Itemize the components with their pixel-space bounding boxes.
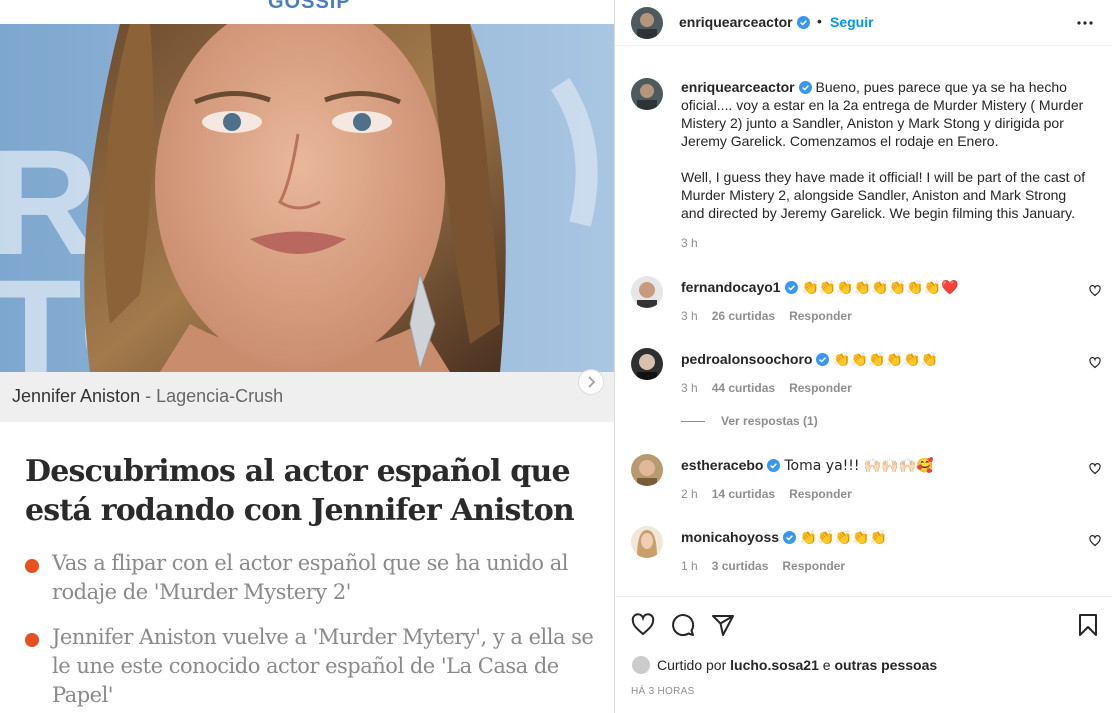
liked-by: Curtido por lucho.sosa21 e outras pessoa…: [631, 655, 937, 675]
comment-meta: 2 h 14 curtidas Responder: [681, 487, 852, 501]
liker-avatar[interactable]: [631, 655, 651, 675]
verified-badge-icon: [796, 16, 810, 29]
post-header: enriquearceactor • Seguir: [615, 0, 1112, 46]
bookmark-icon[interactable]: [1077, 613, 1099, 637]
photo-caption: Jennifer Aniston - Lagencia-Crush: [0, 372, 614, 422]
comment-text: 👏👏👏👏👏👏👏👏❤️: [801, 280, 959, 296]
commenter-avatar[interactable]: [631, 348, 663, 380]
article-photo: RE TO: [0, 24, 614, 372]
commenter-avatar[interactable]: [631, 276, 663, 308]
photo-caption-source: - Lagencia-Crush: [140, 386, 284, 406]
view-replies-button[interactable]: Ver respostas (1): [681, 414, 818, 428]
verified-badge-icon: [767, 459, 781, 472]
comment-likes[interactable]: 26 curtidas: [712, 309, 775, 323]
comment-text: 👏👏👏👏👏: [799, 530, 888, 546]
brand-logo: GOSSIP: [0, 0, 614, 24]
reply-button[interactable]: Responder: [789, 487, 852, 501]
comment-likes[interactable]: 3 curtidas: [712, 559, 769, 573]
post-actions: Curtido por lucho.sosa21 e outras pessoa…: [615, 596, 1112, 713]
bullet-dot-icon: [25, 559, 39, 573]
verified-badge-icon: [784, 281, 798, 294]
comment-bubble-icon[interactable]: [671, 613, 695, 637]
comment-username[interactable]: fernandocayo1: [681, 279, 798, 295]
comment-meta: 3 h 44 curtidas Responder: [681, 381, 852, 395]
comment-username[interactable]: monicahoyoss: [681, 529, 797, 545]
reply-button[interactable]: Responder: [789, 381, 852, 395]
more-dots-icon[interactable]: [1076, 14, 1094, 32]
heart-icon[interactable]: [1089, 285, 1101, 297]
post-media: GOSSIP RE TO: [0, 0, 614, 713]
follow-button[interactable]: Seguir: [830, 14, 874, 30]
heart-icon[interactable]: [1089, 357, 1101, 369]
article-body: Descubrimos al actor español que está ro…: [0, 422, 614, 713]
comment-text: 👏👏👏👏👏👏: [833, 352, 938, 368]
reply-button[interactable]: Responder: [789, 309, 852, 323]
commenter-avatar[interactable]: [631, 526, 663, 558]
others-link[interactable]: outras pessoas: [834, 657, 937, 673]
replies-divider: [681, 421, 705, 423]
author-username[interactable]: enriquearceactor: [679, 14, 810, 30]
chevron-right-icon: [588, 376, 596, 388]
caption-time: 3 h: [681, 236, 698, 250]
separator-dot: •: [817, 13, 822, 29]
photo-caption-name: Jennifer Aniston: [12, 386, 141, 406]
comment-username[interactable]: estheracebo: [681, 457, 781, 473]
caption-username[interactable]: enriquearceactor: [681, 79, 812, 95]
article-headline: Descubrimos al actor español que está ro…: [25, 454, 575, 528]
share-send-icon[interactable]: [711, 613, 735, 637]
comment-username[interactable]: pedroalonsoochoro: [681, 351, 830, 367]
comment-likes[interactable]: 44 curtidas: [712, 381, 775, 395]
heart-icon[interactable]: [1089, 535, 1101, 547]
article-bullet: Vas a flipar con el actor español que se…: [25, 549, 595, 607]
comment-meta: 1 h3 curtidas Responder: [681, 559, 846, 573]
liker-username[interactable]: lucho.sosa21: [730, 657, 819, 673]
comment-likes[interactable]: 14 curtidas: [712, 487, 775, 501]
verified-badge-icon: [783, 531, 797, 544]
author-avatar[interactable]: [631, 7, 663, 39]
verified-badge-icon: [798, 81, 812, 94]
next-image-button[interactable]: [578, 369, 604, 395]
post-caption: enriquearceactor Bueno, pues parece que …: [631, 78, 1101, 258]
verified-badge-icon: [816, 353, 830, 366]
like-heart-icon[interactable]: [631, 613, 655, 637]
heart-icon[interactable]: [1089, 463, 1101, 475]
post-sidebar: enriquearceactor • Seguir enriquearceact…: [614, 0, 1112, 713]
bullet-dot-icon: [25, 633, 39, 647]
author-avatar[interactable]: [631, 78, 663, 110]
reply-button[interactable]: Responder: [782, 559, 845, 573]
caption-text-en: Well, I guess they have made it official…: [681, 169, 1086, 221]
post-timestamp[interactable]: HÁ 3 HORAS: [631, 686, 695, 697]
comment-meta: 3 h 26 curtidas Responder: [681, 309, 852, 323]
article-bullet: Jennifer Aniston vuelve a 'Murder Mytery…: [25, 623, 595, 710]
commenter-avatar[interactable]: [631, 454, 663, 486]
comment-text: Toma ya!!! 🙌🏻🙌🏻🙌🏻🥰: [784, 458, 934, 474]
